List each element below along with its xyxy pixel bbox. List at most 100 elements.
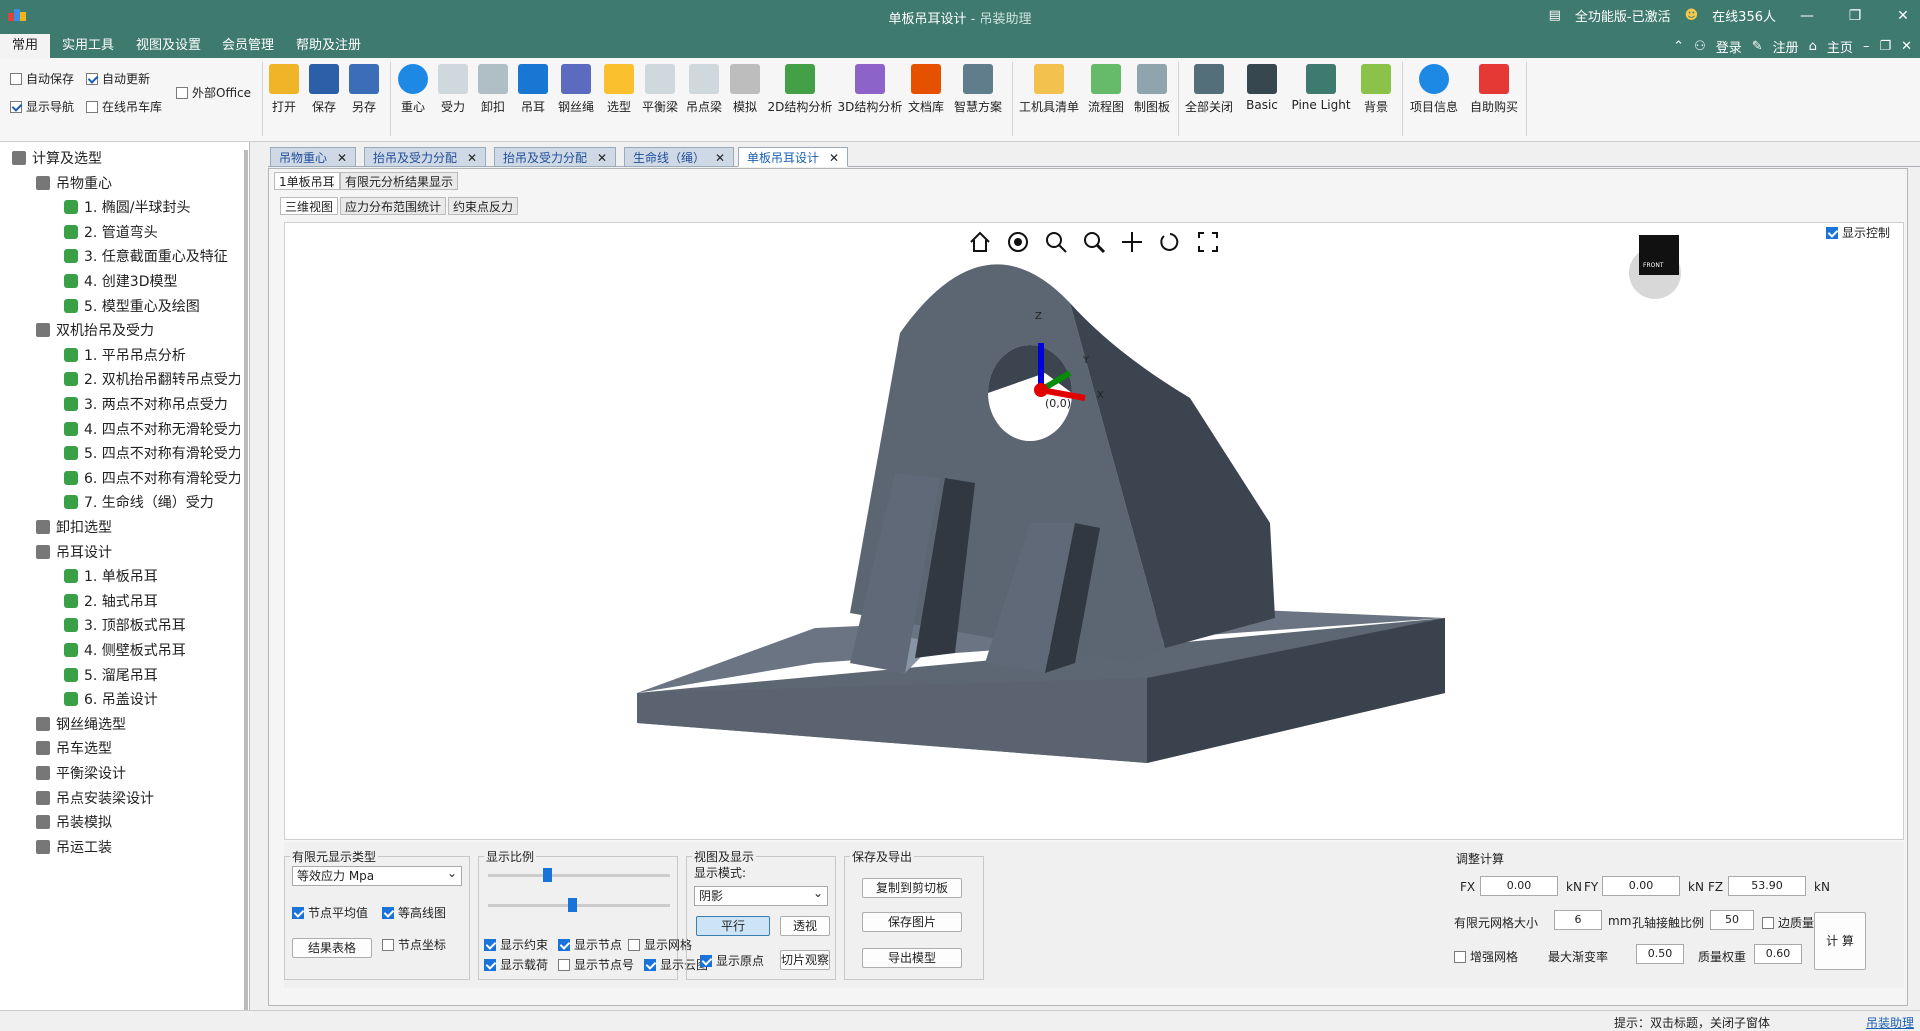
edge-mass-checkbox[interactable]: 边质量 [1762,914,1814,931]
auto-save-checkbox[interactable]: 自动保存 [10,70,74,87]
inner-tab-stress-stats[interactable]: 应力分布范围统计 [340,197,447,215]
menu-tab-common[interactable]: 常用 [0,34,51,58]
fe-type-select[interactable]: 等效应力 Mpa [292,864,462,886]
background-button[interactable]: 背景 [1356,64,1396,115]
menu-tab-tools[interactable]: 实用工具 [50,34,126,58]
contour-checkbox[interactable]: 等高线图 [382,904,446,921]
tree-item[interactable]: 6. 四点不对称有滑轮受力 [64,468,240,490]
zoom-window-icon[interactable] [1044,230,1068,254]
copy-clipboard-button[interactable]: 复制到剪切板 [862,878,962,898]
shackle-button[interactable]: 卸扣 [476,64,510,115]
simulate-button[interactable]: 模拟 [728,64,762,115]
tree-item[interactable]: 3. 两点不对称吊点受力 [64,394,240,416]
save-button[interactable]: 保存 [308,64,340,115]
collapse-ribbon-icon[interactable]: ⌃ [1673,39,1684,54]
flowchart-button[interactable]: 流程图 [1084,64,1128,115]
minimize-button[interactable]: — [1790,8,1824,24]
scale-slider-2[interactable] [488,898,670,912]
fit-all-icon[interactable] [1196,230,1220,254]
3d-analysis-button[interactable]: 3D结构分析 [836,64,904,115]
save-image-button[interactable]: 保存图片 [862,912,962,932]
inner-tab-reaction[interactable]: 约束点反力 [448,197,519,215]
tree-item[interactable]: 3. 任意截面重心及特征 [64,246,240,268]
show-node-checkbox[interactable]: 显示节点 [558,936,622,953]
mdi-close-button[interactable]: ✕ [1901,39,1912,54]
3d-viewport[interactable]: (0,0) Z X Y FRONT [284,222,1904,840]
tree-item[interactable]: 1. 平吊吊点分析 [64,345,240,367]
show-control-checkbox[interactable]: 显示控制 [1826,224,1890,241]
online-crane-lib-checkbox[interactable]: 在线吊车库 [86,98,162,115]
tree-item[interactable]: 吊点安装梁设计 [36,788,240,810]
save-as-button[interactable]: 另存 [348,64,380,115]
doc-tab-lift-2[interactable]: 抬吊及受力分配 ✕ [494,147,617,167]
tree-item[interactable]: 吊运工装 [36,837,240,859]
mdi-minimize-button[interactable]: – [1863,39,1870,54]
close-button[interactable]: ✕ [1886,8,1920,24]
tree-item[interactable]: 吊车选型 [36,738,240,760]
centroid-button[interactable]: 重心 [396,64,430,115]
tree-item[interactable]: 5. 模型重心及绘图 [64,296,240,318]
tree-item[interactable]: 平衡梁设计 [36,763,240,785]
doc-tab-single-lug[interactable]: 单板吊耳设计 ✕ [738,147,849,167]
show-load-checkbox[interactable]: 显示载荷 [484,956,548,973]
tree-item[interactable]: 7. 生命线（绳）受力 [64,492,240,514]
force-button[interactable]: 受力 [436,64,470,115]
slice-view-button[interactable]: 切片观察 [780,950,830,970]
show-constraint-checkbox[interactable]: 显示约束 [484,936,548,953]
compute-button[interactable]: 计 算 [1814,912,1866,970]
zoom-icon[interactable] [1082,230,1106,254]
tree-scrollbar[interactable] [244,150,248,1010]
doc-library-button[interactable]: 文档库 [906,64,946,115]
drawing-board-button[interactable]: 制图板 [1130,64,1174,115]
export-model-button[interactable]: 导出模型 [862,948,962,968]
doc-tab-lift-1[interactable]: 抬吊及受力分配 ✕ [364,147,487,167]
lifting-beam-button[interactable]: 吊点梁 [684,64,724,115]
home-link[interactable]: 主页 [1827,37,1853,56]
theme-pine-light-button[interactable]: Pine Light [1288,64,1354,112]
subtab-single-lug[interactable]: 1单板吊耳 [274,172,340,190]
inner-tab-3d-view[interactable]: 三维视图 [280,197,339,215]
tree-item[interactable]: 1. 椭圆/半球封头 [64,197,240,219]
selection-button[interactable]: 选型 [602,64,636,115]
menu-tab-view[interactable]: 视图及设置 [124,34,213,58]
enhance-mesh-checkbox[interactable]: 增强网格 [1454,948,1518,965]
tree-item[interactable]: 1. 单板吊耳 [64,566,240,588]
spreader-beam-button[interactable]: 平衡梁 [640,64,680,115]
theme-basic-button[interactable]: Basic [1240,64,1284,112]
auto-update-checkbox[interactable]: 自动更新 [86,70,150,87]
register-link[interactable]: 注册 [1773,37,1799,56]
external-office-checkbox[interactable]: 外部Office [176,84,251,101]
tree-item[interactable]: 计算及选型 [12,148,240,170]
tree-item[interactable]: 2. 管道弯头 [64,222,240,244]
status-link[interactable]: 吊装助理 [1866,1014,1914,1031]
tree-item[interactable]: 5. 溜尾吊耳 [64,665,240,687]
tree-item[interactable]: 钢丝绳选型 [36,714,240,736]
tree-item[interactable]: 5. 四点不对称有滑轮受力 [64,443,240,465]
show-origin-checkbox[interactable]: 显示原点 [700,952,764,969]
fx-input[interactable]: 0.00 [1480,876,1558,896]
open-button[interactable]: 打开 [268,64,300,115]
menu-tab-help[interactable]: 帮助及注册 [284,34,373,58]
fy-input[interactable]: 0.00 [1602,876,1680,896]
tree-item[interactable]: 双机抬吊及受力 [36,320,240,342]
menu-tab-member[interactable]: 会员管理 [210,34,286,58]
doc-tab-lifeline[interactable]: 生命线（绳） ✕ [624,147,735,167]
scale-slider-1[interactable] [488,868,670,882]
result-table-button[interactable]: 结果表格 [292,938,372,958]
doc-tab-centroid[interactable]: 吊物重心 ✕ [270,147,357,167]
show-nav-checkbox[interactable]: 显示导航 [10,98,74,115]
wire-rope-button[interactable]: 钢丝绳 [556,64,596,115]
tree-item[interactable]: 吊装模拟 [36,812,240,834]
tree-item[interactable]: 4. 创建3D模型 [64,271,240,293]
restore-button[interactable]: ❐ [1838,8,1872,24]
tool-list-button[interactable]: 工机具清单 [1018,64,1080,115]
show-mesh-checkbox[interactable]: 显示网格 [628,936,692,953]
self-purchase-button[interactable]: 自助购买 [1466,64,1522,115]
login-link[interactable]: 登录 [1716,37,1742,56]
tree-item[interactable]: 卸扣选型 [36,517,240,539]
smart-plan-button[interactable]: 智慧方案 [950,64,1006,115]
node-coord-checkbox[interactable]: 节点坐标 [382,936,446,953]
tree-item[interactable]: 吊物重心 [36,173,240,195]
node-avg-checkbox[interactable]: 节点平均值 [292,904,368,921]
max-grad-input[interactable]: 0.50 [1636,944,1684,964]
